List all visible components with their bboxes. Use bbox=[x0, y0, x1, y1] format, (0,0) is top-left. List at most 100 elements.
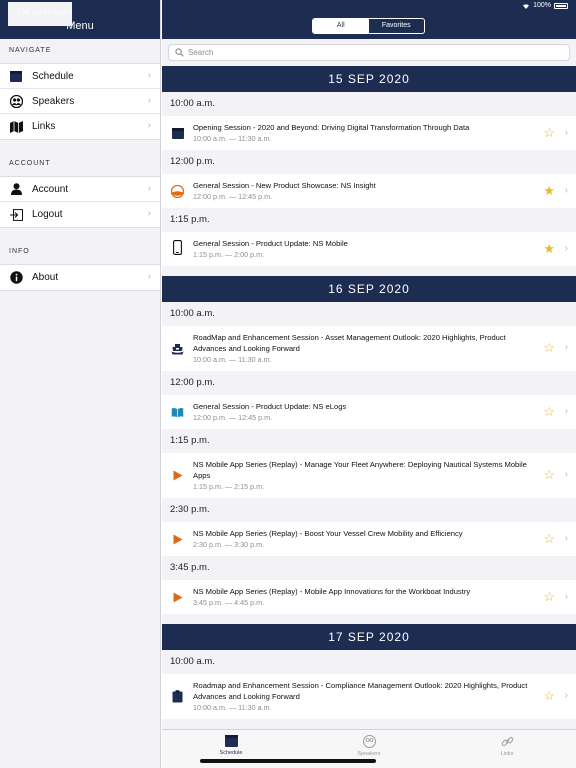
favorite-star-icon[interactable]: ☆ bbox=[543, 532, 555, 545]
sidebar-item-about[interactable]: About › bbox=[0, 265, 160, 290]
map-icon bbox=[9, 120, 23, 134]
day-header: 17 SEP 2020 bbox=[162, 624, 576, 650]
link-icon bbox=[501, 737, 513, 746]
person-icon bbox=[9, 182, 23, 196]
tab-label: Schedule bbox=[219, 750, 243, 756]
session-title: General Session - Product Update: NS Mob… bbox=[193, 239, 348, 248]
insight-icon bbox=[171, 185, 184, 198]
session-row[interactable]: Opening Session - 2020 and Beyond: Drivi… bbox=[162, 116, 576, 150]
calendar-icon bbox=[224, 735, 238, 747]
clipboard-icon bbox=[171, 690, 184, 703]
sidebar-item-links[interactable]: Links › bbox=[0, 114, 160, 139]
session-row[interactable]: RoadMap and Enhancement Session - Asset … bbox=[162, 326, 576, 371]
account-group: Account › Logout › bbox=[0, 176, 160, 228]
session-row[interactable]: NS Mobile App Series (Replay) - Mobile A… bbox=[162, 580, 576, 614]
session-time: 10:00 a.m. — 11:30 a.m. bbox=[193, 703, 272, 712]
chevron-right-icon: › bbox=[564, 342, 568, 353]
favorite-star-icon[interactable]: ☆ bbox=[543, 689, 555, 702]
section-label-info: INFO bbox=[9, 248, 30, 255]
speakers-icon bbox=[362, 735, 376, 748]
chevron-right-icon: › bbox=[564, 533, 568, 544]
calendar-icon bbox=[9, 69, 23, 83]
session-title: Opening Session - 2020 and Beyond: Drivi… bbox=[193, 123, 470, 132]
tab-links[interactable]: Links bbox=[438, 730, 576, 768]
session-row[interactable]: General Session - New Product Showcase: … bbox=[162, 174, 576, 208]
play-icon bbox=[171, 533, 184, 546]
tab-label: Links bbox=[500, 751, 514, 757]
section-label-account: ACCOUNT bbox=[9, 160, 51, 167]
session-title: NS Mobile App Series (Replay) - Boost Yo… bbox=[193, 529, 463, 538]
section-label-navigate: NAVIGATE bbox=[9, 47, 52, 54]
segment-favorites[interactable]: Favorites bbox=[369, 19, 425, 33]
favorite-star-icon[interactable]: ☆ bbox=[543, 126, 555, 139]
calendar-icon bbox=[171, 127, 184, 140]
time-slot-header: 2:30 p.m. bbox=[162, 498, 576, 522]
chevron-right-icon: › bbox=[147, 95, 151, 106]
sidebar-item-account[interactable]: Account › bbox=[0, 177, 160, 202]
session-title: RoadMap and Enhancement Session - Asset … bbox=[193, 333, 506, 353]
sidebar-item-label: Links bbox=[32, 121, 56, 132]
favorite-star-icon[interactable]: ☆ bbox=[543, 590, 555, 603]
chevron-right-icon: › bbox=[147, 271, 151, 282]
session-row[interactable]: NS Mobile App Series (Replay) - Manage Y… bbox=[162, 453, 576, 498]
session-time: 2:30 p.m. — 3:30 p.m. bbox=[193, 540, 265, 549]
session-title: NS Mobile App Series (Replay) - Mobile A… bbox=[193, 587, 471, 596]
session-title: Roadmap and Enhancement Session - Compli… bbox=[193, 681, 528, 701]
schedule-pane: All Favorites Search 15 SEP 2020 10:00 a… bbox=[162, 0, 576, 768]
sidebar-item-speakers[interactable]: Speakers › bbox=[0, 89, 160, 114]
search-bar: Search bbox=[162, 39, 576, 66]
session-title: NS Mobile App Series (Replay) - Manage Y… bbox=[193, 460, 527, 480]
session-title: General Session - Product Update: NS eLo… bbox=[193, 402, 347, 411]
chevron-right-icon: › bbox=[147, 70, 151, 81]
time-slot-header: 12:00 p.m. bbox=[162, 371, 576, 395]
ship-icon bbox=[171, 342, 184, 355]
chevron-right-icon: › bbox=[564, 690, 568, 701]
search-input[interactable]: Search bbox=[168, 44, 570, 61]
favorite-star-icon[interactable]: ★ bbox=[543, 242, 555, 255]
search-placeholder: Search bbox=[188, 48, 214, 57]
favorite-star-icon[interactable]: ☆ bbox=[543, 468, 555, 481]
day-header: 15 SEP 2020 bbox=[162, 66, 576, 92]
session-row[interactable]: Roadmap and Enhancement Session - Compli… bbox=[162, 674, 576, 719]
book-icon bbox=[171, 406, 184, 419]
search-icon bbox=[175, 48, 184, 57]
status-bar: 1:26 AM Fri Sep 4 100% bbox=[0, 0, 576, 26]
session-time: 3:45 p.m. — 4:45 p.m. bbox=[193, 598, 265, 607]
session-row[interactable]: General Session - Product Update: NS Mob… bbox=[162, 232, 576, 266]
status-right: 100% bbox=[522, 2, 568, 9]
navigate-group: Schedule › Speakers › Links › bbox=[0, 63, 160, 140]
chevron-right-icon: › bbox=[147, 120, 151, 131]
sidebar-item-label: About bbox=[32, 272, 59, 283]
chevron-right-icon: › bbox=[564, 591, 568, 602]
chevron-right-icon: › bbox=[147, 183, 151, 194]
sidebar: Menu NAVIGATE Schedule › Speakers › Link… bbox=[0, 0, 161, 768]
sidebar-item-logout[interactable]: Logout › bbox=[0, 202, 160, 227]
sidebar-item-schedule[interactable]: Schedule › bbox=[0, 64, 160, 89]
session-time: 12:00 p.m. — 12:45 p.m. bbox=[193, 192, 273, 201]
chevron-right-icon: › bbox=[147, 208, 151, 219]
segment-all[interactable]: All bbox=[313, 19, 369, 33]
session-time: 10:00 a.m. — 11:30 a.m. bbox=[193, 134, 272, 143]
session-time: 10:00 a.m. — 11:30 a.m. bbox=[193, 355, 272, 364]
favorite-star-icon[interactable]: ☆ bbox=[543, 405, 555, 418]
chevron-right-icon: › bbox=[564, 469, 568, 480]
session-row[interactable]: General Session - Product Update: NS eLo… bbox=[162, 395, 576, 429]
filter-segmented-control: All Favorites bbox=[312, 18, 425, 34]
session-row[interactable]: NS Mobile App Series (Replay) - Boost Yo… bbox=[162, 522, 576, 556]
favorite-star-icon[interactable]: ★ bbox=[543, 184, 555, 197]
speakers-icon bbox=[9, 94, 23, 108]
chevron-right-icon: › bbox=[564, 406, 568, 417]
time-slot-header: 1:15 p.m. bbox=[162, 429, 576, 453]
session-time: 1:15 p.m. — 2:15 p.m. bbox=[193, 482, 265, 491]
session-time: 1:15 p.m. — 2:00 p.m. bbox=[193, 250, 265, 259]
chevron-right-icon: › bbox=[564, 243, 568, 254]
time-slot-header: 10:00 a.m. bbox=[162, 650, 576, 674]
home-indicator bbox=[200, 759, 376, 763]
schedule-list: 15 SEP 2020 10:00 a.m. Opening Session -… bbox=[162, 66, 576, 719]
tab-label: Speakers bbox=[357, 751, 381, 757]
sidebar-item-label: Logout bbox=[32, 209, 63, 220]
favorite-star-icon[interactable]: ☆ bbox=[543, 341, 555, 354]
time-slot-header: 12:00 p.m. bbox=[162, 150, 576, 174]
session-title: General Session - New Product Showcase: … bbox=[193, 181, 376, 190]
chevron-right-icon: › bbox=[564, 127, 568, 138]
